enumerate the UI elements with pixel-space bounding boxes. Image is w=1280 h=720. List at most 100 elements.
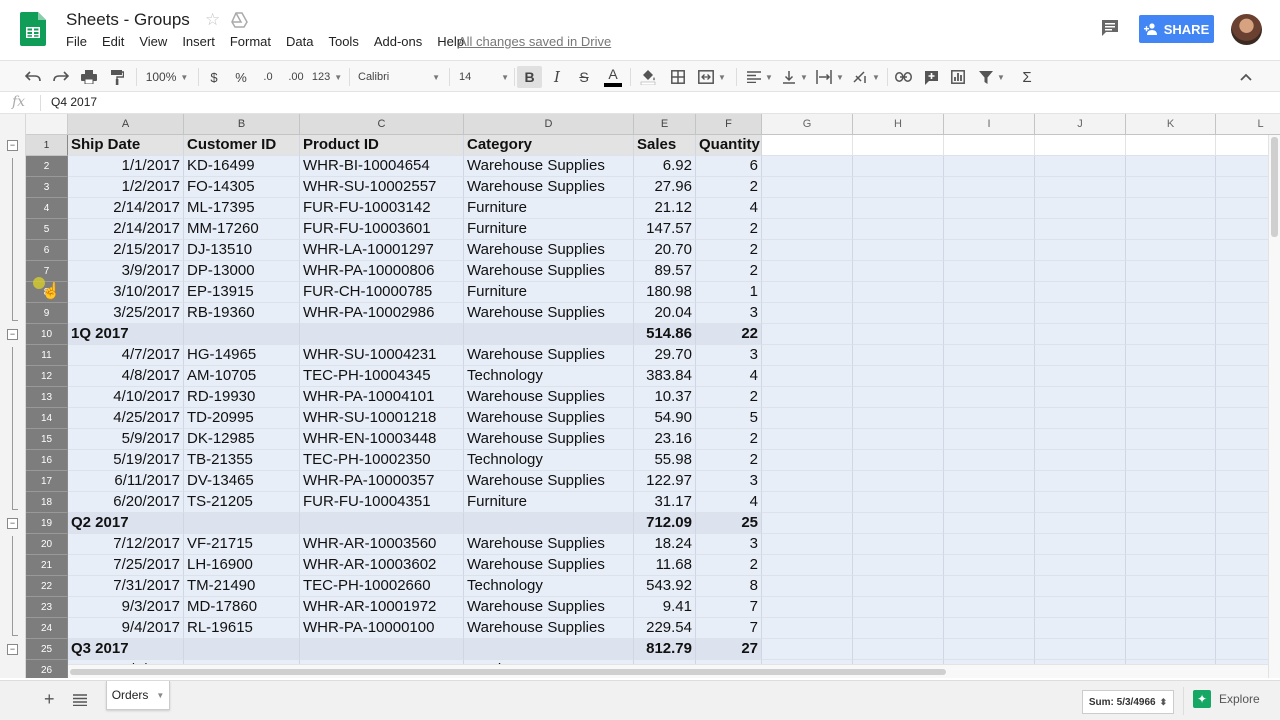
data-cell[interactable]: 543.92 [634,576,696,597]
data-cell[interactable]: 3/9/2017 [68,261,184,282]
data-cell[interactable]: WHR-LA-10001297 [300,240,464,261]
subtotal-cell[interactable] [464,639,634,660]
empty-cell[interactable] [1126,471,1216,492]
data-cell[interactable]: 4/25/2017 [68,408,184,429]
empty-cell[interactable] [853,282,944,303]
empty-cell[interactable] [1126,282,1216,303]
empty-cell[interactable] [762,618,853,639]
empty-cell[interactable] [762,576,853,597]
data-cell[interactable]: Warehouse Supplies [464,534,634,555]
data-cell[interactable]: 180.98 [634,282,696,303]
empty-cell[interactable] [1035,135,1126,156]
data-cell[interactable]: 9/4/2017 [68,618,184,639]
data-cell[interactable]: 10.37 [634,387,696,408]
empty-cell[interactable] [944,492,1035,513]
empty-cell[interactable] [762,345,853,366]
data-cell[interactable]: FO-14305 [184,177,300,198]
chevron-down-icon[interactable]: ▼ [156,691,164,700]
empty-cell[interactable] [853,366,944,387]
data-cell[interactable]: 54.90 [634,408,696,429]
data-cell[interactable]: WHR-PA-10000100 [300,618,464,639]
empty-cell[interactable] [1035,219,1126,240]
empty-cell[interactable] [1126,345,1216,366]
subtotal-cell[interactable] [300,324,464,345]
row-header[interactable]: 6 [26,240,68,261]
data-cell[interactable]: 11.68 [634,555,696,576]
empty-cell[interactable] [1126,387,1216,408]
empty-cell[interactable] [762,408,853,429]
empty-cell[interactable] [853,492,944,513]
empty-cell[interactable] [762,366,853,387]
menu-edit[interactable]: Edit [102,34,124,49]
empty-cell[interactable] [944,240,1035,261]
sum-summary-select[interactable]: Sum: 5/3/4966 ⬍ [1082,690,1174,714]
data-cell[interactable]: 3 [696,303,762,324]
data-cell[interactable]: TEC-PH-10002350 [300,450,464,471]
row-header[interactable]: 14 [26,408,68,429]
empty-cell[interactable] [853,177,944,198]
empty-cell[interactable] [1035,597,1126,618]
data-cell[interactable]: 5 [696,408,762,429]
fill-color-icon[interactable] [637,66,659,88]
data-cell[interactable]: 4/8/2017 [68,366,184,387]
empty-cell[interactable] [853,618,944,639]
menu-data[interactable]: Data [286,34,313,49]
subtotal-cell[interactable] [184,639,300,660]
decrease-decimal-button[interactable]: .0 [256,66,280,88]
row-header[interactable]: 5 [26,219,68,240]
empty-cell[interactable] [762,156,853,177]
row-header[interactable]: 3 [26,177,68,198]
vertical-align-icon[interactable]: ▼ [779,66,811,88]
data-cell[interactable]: 2 [696,177,762,198]
data-cell[interactable]: TEC-PH-10004345 [300,366,464,387]
select-all-corner[interactable] [26,114,68,135]
data-cell[interactable]: 6 [696,156,762,177]
filter-icon[interactable]: ▼ [975,66,1009,88]
data-cell[interactable]: MM-17260 [184,219,300,240]
row-header[interactable]: 1 [26,135,68,156]
empty-cell[interactable] [944,618,1035,639]
data-cell[interactable]: 2 [696,555,762,576]
data-cell[interactable]: 2 [696,240,762,261]
collapse-group-icon[interactable]: − [7,329,18,340]
empty-cell[interactable] [944,219,1035,240]
percent-format-button[interactable]: % [231,66,251,88]
empty-cell[interactable] [1035,534,1126,555]
empty-cell[interactable] [853,639,944,660]
row-header[interactable]: 11 [26,345,68,366]
data-cell[interactable]: 6/20/2017 [68,492,184,513]
data-cell[interactable]: WHR-AR-10003602 [300,555,464,576]
empty-cell[interactable] [1035,450,1126,471]
empty-cell[interactable] [762,597,853,618]
data-cell[interactable]: 4/10/2017 [68,387,184,408]
data-cell[interactable]: TD-20995 [184,408,300,429]
data-cell[interactable]: Warehouse Supplies [464,555,634,576]
empty-cell[interactable] [944,303,1035,324]
subtotal-cell[interactable]: 22 [696,324,762,345]
empty-cell[interactable] [762,240,853,261]
data-cell[interactable]: EP-13915 [184,282,300,303]
empty-cell[interactable] [1126,135,1216,156]
column-header-g[interactable]: G [762,114,853,135]
data-cell[interactable]: RB-19360 [184,303,300,324]
empty-cell[interactable] [762,303,853,324]
empty-cell[interactable] [1035,555,1126,576]
data-cell[interactable]: 7/31/2017 [68,576,184,597]
data-cell[interactable]: 5/19/2017 [68,450,184,471]
data-cell[interactable]: Technology [464,576,634,597]
empty-cell[interactable] [944,261,1035,282]
empty-cell[interactable] [762,429,853,450]
empty-cell[interactable] [1035,387,1126,408]
data-cell[interactable]: TB-21355 [184,450,300,471]
data-cell[interactable]: 8 [696,576,762,597]
empty-cell[interactable] [1035,576,1126,597]
document-title[interactable]: Sheets - Groups [66,10,190,30]
empty-cell[interactable] [762,639,853,660]
subtotal-cell[interactable]: 812.79 [634,639,696,660]
empty-cell[interactable] [1126,366,1216,387]
data-cell[interactable]: WHR-PA-10002986 [300,303,464,324]
row-header[interactable]: 19 [26,513,68,534]
explore-button[interactable]: ✦ Explore [1193,690,1260,708]
column-header-a[interactable]: A [68,114,184,135]
empty-cell[interactable] [1035,282,1126,303]
